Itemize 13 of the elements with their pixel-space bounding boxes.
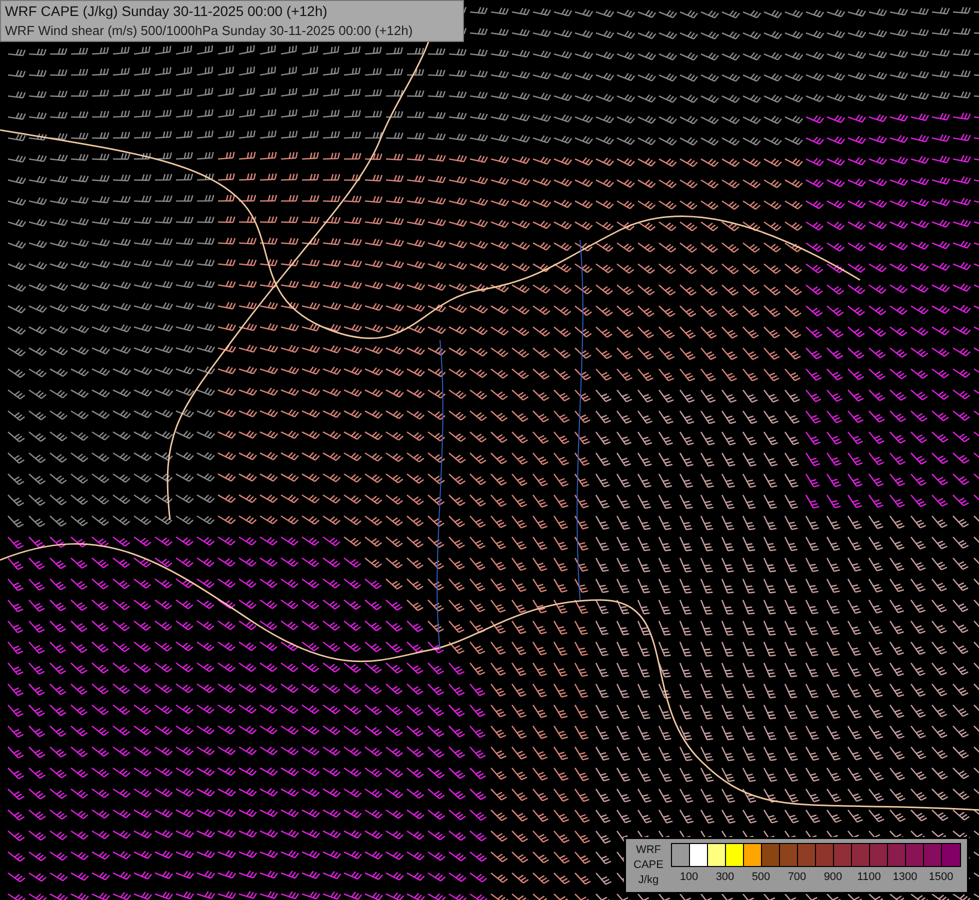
legend-value: 1500	[928, 870, 954, 883]
legend-value: 700	[786, 870, 808, 883]
map-title: WRF CAPE (J/kg) Sunday 30-11-2025 00:00 (+12h)	[5, 2, 328, 21]
legend-value: 1100	[856, 870, 882, 883]
legend-title: J/kg	[638, 873, 659, 888]
legend-title: WRF	[636, 843, 662, 858]
legend-value: 1300	[892, 870, 918, 883]
legend-value: 500	[750, 870, 772, 883]
legend-value: 900	[822, 870, 844, 883]
legend-value: 300	[714, 870, 736, 883]
legend-value: 100	[678, 870, 700, 883]
legend-title: CAPE	[634, 858, 664, 873]
map-title: WRF Wind shear (m/s) 500/1000hPa Sunday 30-11-2025 00:00 (+12h)	[5, 22, 414, 40]
